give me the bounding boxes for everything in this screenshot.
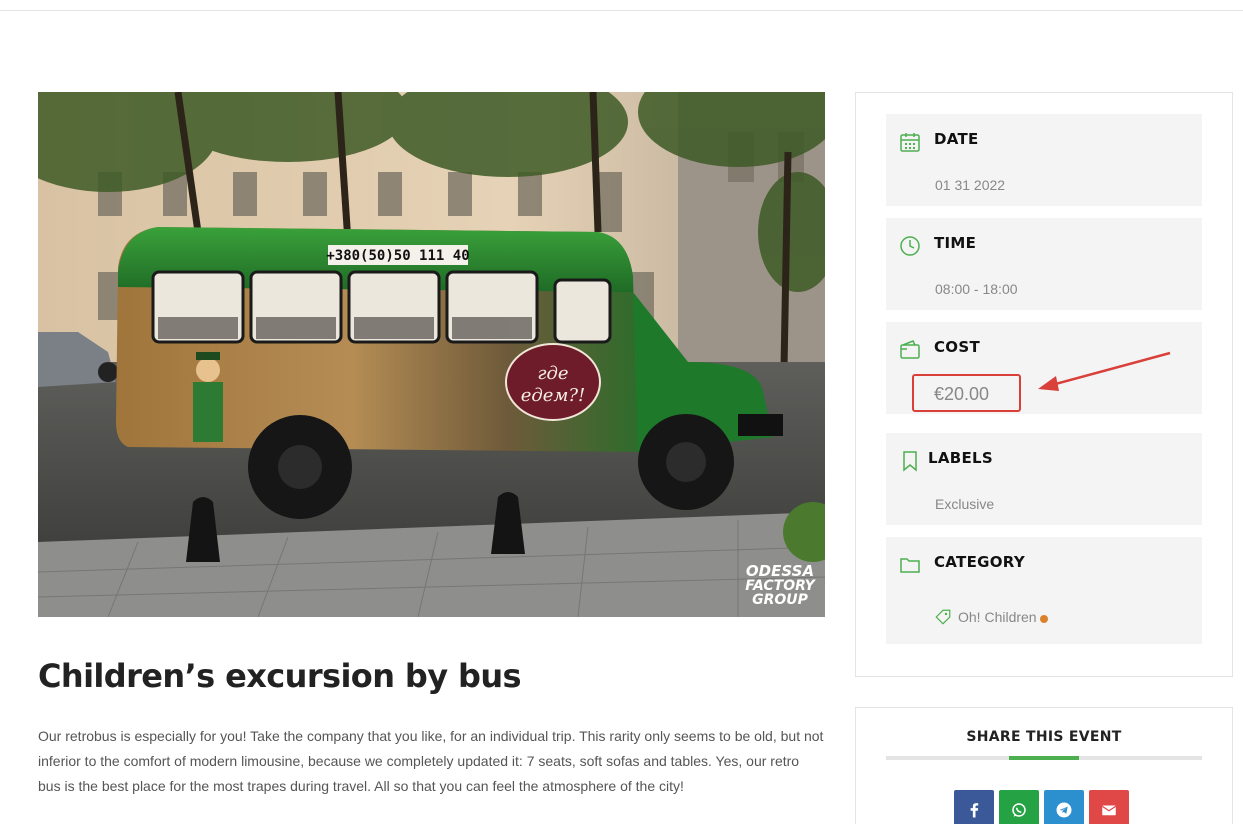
date-label: DATE <box>934 130 979 148</box>
whatsapp-icon <box>1012 803 1026 817</box>
category-card: CATEGORY Oh! Children <box>886 537 1202 644</box>
time-card: TIME 08:00 - 18:00 <box>886 218 1202 310</box>
category-value: Oh! Children <box>958 609 1037 625</box>
date-value: 01 31 2022 <box>935 177 1006 193</box>
facebook-icon <box>970 803 979 818</box>
share-email-button[interactable] <box>1089 790 1129 824</box>
folder-icon <box>900 558 920 573</box>
wallet-icon <box>900 340 920 359</box>
tag-icon <box>935 609 951 625</box>
clock-icon <box>900 236 920 256</box>
bookmark-icon <box>903 451 917 472</box>
time-label: TIME <box>934 234 977 252</box>
labels-label: LABELS <box>928 449 994 467</box>
event-title: Children’s excursion by bus <box>38 657 522 695</box>
category-label: CATEGORY <box>934 553 1025 571</box>
bus-bubble-line1: где <box>537 363 568 384</box>
bus-phone-text: +380(50)50 111 40 <box>326 248 469 264</box>
calendar-icon <box>900 133 920 152</box>
share-buttons <box>954 790 1129 824</box>
share-facebook-button[interactable] <box>954 790 994 824</box>
header-divider <box>0 0 1243 11</box>
cost-highlight-box <box>912 374 1021 412</box>
share-telegram-button[interactable] <box>1044 790 1084 824</box>
share-whatsapp-button[interactable] <box>999 790 1039 824</box>
telegram-icon <box>1056 802 1072 818</box>
share-box: SHARE THIS EVENT <box>855 707 1233 824</box>
category-color-dot <box>1039 614 1048 623</box>
share-divider-accent <box>1009 756 1079 760</box>
bus-bubble-line2: едем?! <box>521 385 586 406</box>
event-description: Our retrobus is especially for you! Take… <box>38 728 824 794</box>
email-icon <box>1101 805 1117 816</box>
watermark-line3: GROUP <box>752 592 809 608</box>
time-value: 08:00 - 18:00 <box>935 281 1018 297</box>
share-title: SHARE THIS EVENT <box>966 729 1122 745</box>
event-photo: +380(50)50 111 40 где едем?! ODESSA FACT… <box>38 92 825 617</box>
labels-card: LABELS Exclusive <box>886 433 1202 525</box>
annotation-arrow-icon <box>1038 351 1171 391</box>
date-card: DATE 01 31 2022 <box>886 114 1202 206</box>
labels-value: Exclusive <box>935 496 995 512</box>
cost-label: COST <box>934 338 980 356</box>
category-link[interactable]: Oh! Children <box>934 608 1048 626</box>
